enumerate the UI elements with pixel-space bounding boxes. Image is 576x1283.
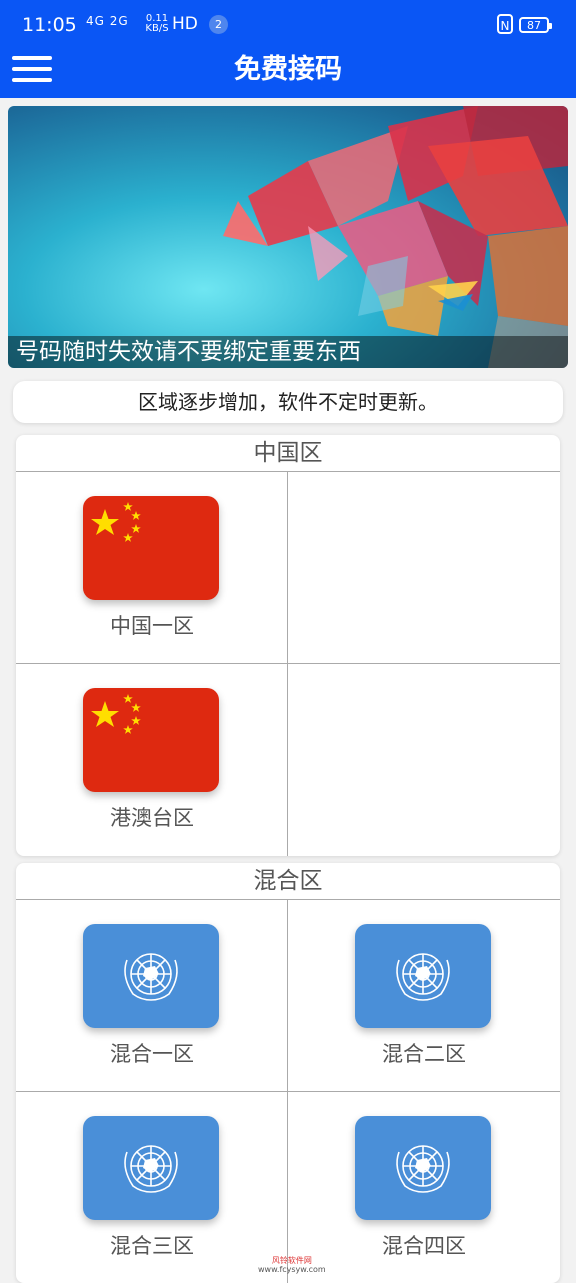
nfc-icon: N xyxy=(497,14,513,34)
status-time: 11:05 xyxy=(22,14,77,36)
watermark-line2: www.fcysyw.com xyxy=(258,1265,326,1274)
region-mixed-3[interactable]: 混合三区 xyxy=(16,1092,288,1283)
region-label: 港澳台区 xyxy=(110,806,194,830)
signal-icon: 4G 2G xyxy=(86,14,129,28)
region-mixed-4[interactable]: 混合四区 xyxy=(288,1092,560,1283)
un-flag-icon xyxy=(355,924,491,1028)
watermark: 风铃软件网 www.fcysyw.com xyxy=(258,1256,326,1274)
banner-caption: 号码随时失效请不要绑定重要东西 xyxy=(8,336,568,368)
net-speed: 0.11 KB/S xyxy=(145,13,169,34)
region-label: 混合一区 xyxy=(110,1042,194,1066)
page-title: 免费接码 xyxy=(234,54,342,85)
status-bar: 11:05 4G 2G 0.11 KB/S HD 2 N 87 xyxy=(0,0,576,50)
un-flag-icon xyxy=(355,1116,491,1220)
section-china: 中国区 中国一区 港澳台区 xyxy=(16,435,560,856)
china-flag-icon xyxy=(83,688,219,792)
empty-cell xyxy=(288,664,560,856)
region-mixed-1[interactable]: 混合一区 xyxy=(16,900,288,1092)
notice-bar: 区域逐步增加，软件不定时更新。 xyxy=(13,381,563,423)
china-flag-icon xyxy=(83,496,219,600)
region-label: 混合三区 xyxy=(110,1234,194,1258)
region-label: 混合四区 xyxy=(382,1234,466,1258)
section-mixed: 混合区 混合一区 混合二区 混合三区 混合四区 xyxy=(16,863,560,1283)
notification-badge: 2 xyxy=(209,15,228,34)
region-hk-mo-tw[interactable]: 港澳台区 xyxy=(16,664,288,856)
banner-art xyxy=(223,106,568,368)
empty-cell xyxy=(288,472,560,664)
banner[interactable]: 号码随时失效请不要绑定重要东西 xyxy=(8,106,568,368)
region-mixed-2[interactable]: 混合二区 xyxy=(288,900,560,1092)
un-flag-icon xyxy=(83,924,219,1028)
region-china-1[interactable]: 中国一区 xyxy=(16,472,288,664)
region-label: 中国一区 xyxy=(110,614,194,638)
watermark-line1: 风铃软件网 xyxy=(271,1256,312,1265)
region-label: 混合二区 xyxy=(382,1042,466,1066)
un-flag-icon xyxy=(83,1116,219,1220)
section-title: 混合区 xyxy=(16,863,560,900)
hd-icon: HD xyxy=(172,14,198,34)
section-title: 中国区 xyxy=(16,435,560,472)
app-bar: 免费接码 xyxy=(0,50,576,98)
battery-icon: 87 xyxy=(519,17,552,33)
